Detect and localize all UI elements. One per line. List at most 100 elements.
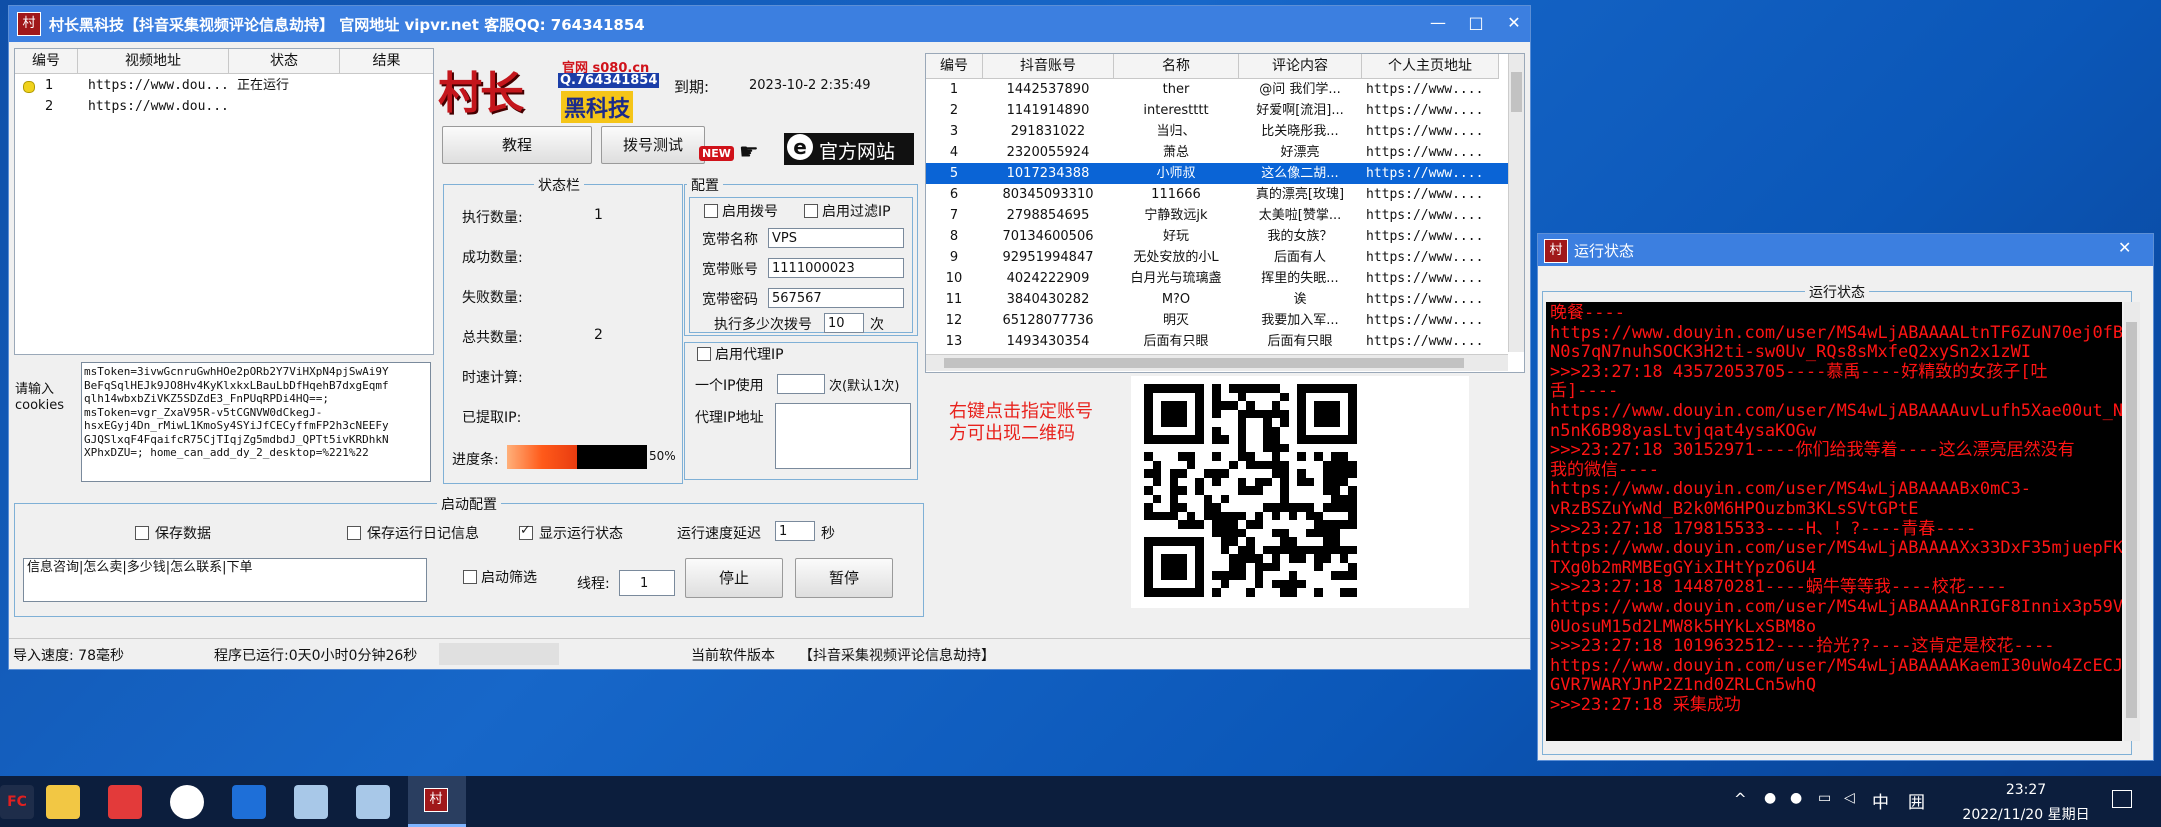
qr-module	[1237, 443, 1246, 452]
log-close-button[interactable]: ✕	[2118, 238, 2131, 257]
pause-button[interactable]: 暂停	[795, 558, 893, 598]
main-window-title: 村长黑科技【抖音采集视频评论信息劫持】 官网地址 vipvr.net 客服QQ:…	[49, 16, 645, 34]
video-table-header-no[interactable]: 编号	[15, 49, 78, 74]
log-title-bar[interactable]: 村 运行状态 ✕	[1538, 234, 2153, 266]
log-vscroll[interactable]	[2124, 302, 2140, 741]
video-table-header-result[interactable]: 结果	[340, 49, 433, 74]
save-log-checkbox[interactable]	[347, 526, 361, 540]
tray-network-icon[interactable]: ▭	[1818, 790, 1831, 806]
new-hand-badge[interactable]: NEW ☛	[697, 140, 769, 170]
taskbar-app-notepad-icon[interactable]	[294, 785, 328, 819]
account-table-body[interactable]: 1 1442537890 ther @问 我们学... https://www.... 2…	[926, 79, 1508, 349]
enable-proxy-checkbox[interactable]	[697, 347, 711, 361]
account-header-acct[interactable]: 抖音账号	[983, 54, 1114, 79]
keywords-textarea[interactable]: 信息咨询|怎么卖|多少钱|怎么联系|下单	[23, 558, 427, 602]
file-explorer-icon[interactable]	[46, 785, 80, 819]
speed-delay-unit: 秒	[821, 526, 835, 542]
tutorial-button[interactable]: 教程	[442, 126, 592, 164]
table-row[interactable]: 12 65128077736 明灭 我要加入军... https://www....	[926, 310, 1508, 331]
account-header-name[interactable]: 名称	[1114, 54, 1239, 79]
official-site-button[interactable]: e 官方网站	[784, 133, 914, 165]
log-vscroll-thumb[interactable]	[2126, 322, 2137, 718]
dial-test-button[interactable]: 拨号测试	[601, 126, 705, 164]
qr-module	[1212, 477, 1221, 486]
blurred-region	[439, 643, 559, 665]
account-table-vscroll[interactable]	[1508, 54, 1524, 352]
table-row[interactable]: 6 80345093310 111666 真的漂亮[玫瑰] https://www...…	[926, 184, 1508, 205]
table-row[interactable]: 3 291831022 当归、 比关晓彤我... https://www....	[926, 121, 1508, 142]
notification-icon[interactable]	[2112, 790, 2132, 808]
ie-icon: e	[787, 134, 813, 160]
table-row[interactable]: 1 https://www.dou... 正在运行	[15, 75, 433, 96]
ime-indicator[interactable]: 中	[1872, 788, 1889, 813]
qr-module	[1246, 588, 1255, 597]
proxy-addr-textarea[interactable]	[775, 403, 911, 469]
table-row[interactable]: 10 4024222909 白月光与琉璃盏 挥里的失眠... https://www..…	[926, 268, 1508, 289]
enable-filter-ip-checkbox[interactable]	[804, 204, 818, 218]
speed-delay-input[interactable]: 1	[775, 521, 815, 541]
vscroll-thumb[interactable]	[1511, 72, 1522, 112]
log-app-icon: 村	[1544, 239, 1568, 263]
video-table[interactable]: 编号 视频地址 状态 结果 1 https://www.dou... 正在运行 …	[14, 48, 434, 355]
startup-panel: 启动配置 保存数据 保存运行日记信息 显示运行状态 运行速度延迟 1 秒 信息咨…	[14, 494, 924, 617]
show-status-checkbox[interactable]	[519, 523, 533, 540]
qr-module	[1314, 545, 1323, 554]
table-row[interactable]: 1 1442537890 ther @问 我们学... https://www....	[926, 79, 1508, 100]
dial-times-input[interactable]: 10	[824, 313, 864, 333]
taskbar-app-notepad2-icon[interactable]	[356, 785, 390, 819]
tray-grid-icon[interactable]: 囲	[1908, 788, 1925, 813]
maximize-button[interactable]: □	[1460, 10, 1492, 36]
taskbar-active-app[interactable]: 村	[408, 776, 466, 827]
broadband-name-input[interactable]: VPS	[768, 228, 904, 248]
log-output[interactable]: 晚餐---- https://www.douyin.com/user/MS4wLj…	[1546, 302, 2122, 741]
qr-module	[1237, 435, 1246, 444]
broadband-account-input[interactable]: 1111000023	[768, 258, 904, 278]
account-table[interactable]: 编号 抖音账号 名称 评论内容 个人主页地址 1 1442537890 ther @问…	[925, 53, 1525, 373]
video-table-header-url[interactable]: 视频地址	[78, 49, 229, 74]
table-row[interactable]: 7 2798854695 宁静致远jk 太美啦[赞掌... https://www...…	[926, 205, 1508, 226]
account-header-no[interactable]: 编号	[926, 54, 983, 79]
enable-filter-checkbox[interactable]	[463, 570, 477, 584]
hscroll-thumb[interactable]	[944, 358, 1464, 368]
table-row[interactable]: 2 1141914890 interestttt 好爱啊[流泪]... https://…	[926, 100, 1508, 121]
qr-module	[1314, 562, 1323, 571]
tray-chevron-icon[interactable]: ^	[1734, 790, 1747, 808]
qr-code-image[interactable]	[1131, 376, 1469, 608]
main-title-bar[interactable]: 村 村长黑科技【抖音采集视频评论信息劫持】 官网地址 vipvr.net 客服Q…	[9, 6, 1530, 42]
account-header-url[interactable]: 个人主页地址	[1362, 54, 1499, 79]
tray-qq2-icon[interactable]: ●	[1790, 790, 1802, 806]
qr-module	[1144, 469, 1153, 478]
video-table-header-status[interactable]: 状态	[229, 49, 340, 74]
threads-input[interactable]: 1	[619, 570, 675, 596]
qr-module	[1178, 520, 1187, 529]
taskbar-app-blue-icon[interactable]	[232, 785, 266, 819]
tray-qq-icon[interactable]: ●	[1764, 790, 1776, 806]
stop-button[interactable]: 停止	[685, 558, 783, 598]
table-row[interactable]: 11 3840430282 M?O 诶 https://www....	[926, 289, 1508, 310]
clock-time[interactable]: 23:27	[1966, 782, 2086, 798]
clock-date[interactable]: 2022/11/20 星期日	[1956, 804, 2096, 824]
table-row[interactable]: 8 70134600506 好玩 我的女族？ https://www....	[926, 226, 1508, 247]
account-header-comment[interactable]: 评论内容	[1239, 54, 1362, 79]
taskbar-app-circle-icon[interactable]	[170, 785, 204, 819]
account-cell-name: 好玩	[1162, 229, 1189, 244]
cookies-textarea[interactable]: msToken=3ivwGcnruGwhHOe2pORb2Y7ViHXpN4pj…	[81, 362, 431, 482]
qr-module	[1348, 503, 1357, 512]
taskbar-app-fc-icon[interactable]: FC	[0, 785, 34, 819]
tray-volume-icon[interactable]: ◁	[1844, 790, 1855, 806]
close-button[interactable]: ✕	[1498, 10, 1530, 36]
save-data-checkbox[interactable]	[135, 526, 149, 540]
table-row[interactable]: 2 https://www.dou...	[15, 96, 433, 117]
one-ip-input[interactable]	[777, 374, 825, 394]
account-table-hscroll[interactable]	[926, 354, 1508, 371]
table-row[interactable]: 5 1017234388 小师叔 这么像二胡... https://www....	[926, 163, 1508, 184]
enable-dial-checkbox[interactable]	[704, 204, 718, 218]
qr-module	[1280, 588, 1289, 597]
minimize-button[interactable]: —	[1422, 10, 1454, 36]
table-row[interactable]: 9 92951994847 无处安放的小L 后面有人 https://www....	[926, 247, 1508, 268]
qr-module	[1348, 469, 1357, 478]
table-row[interactable]: 13 1493430354 后面有只眼 后面有只眼 https://www....	[926, 331, 1508, 352]
broadband-password-input[interactable]: 567567	[768, 288, 904, 308]
taskbar-app-red-icon[interactable]	[108, 785, 142, 819]
table-row[interactable]: 4 2320055924 萧总 好漂亮 https://www....	[926, 142, 1508, 163]
